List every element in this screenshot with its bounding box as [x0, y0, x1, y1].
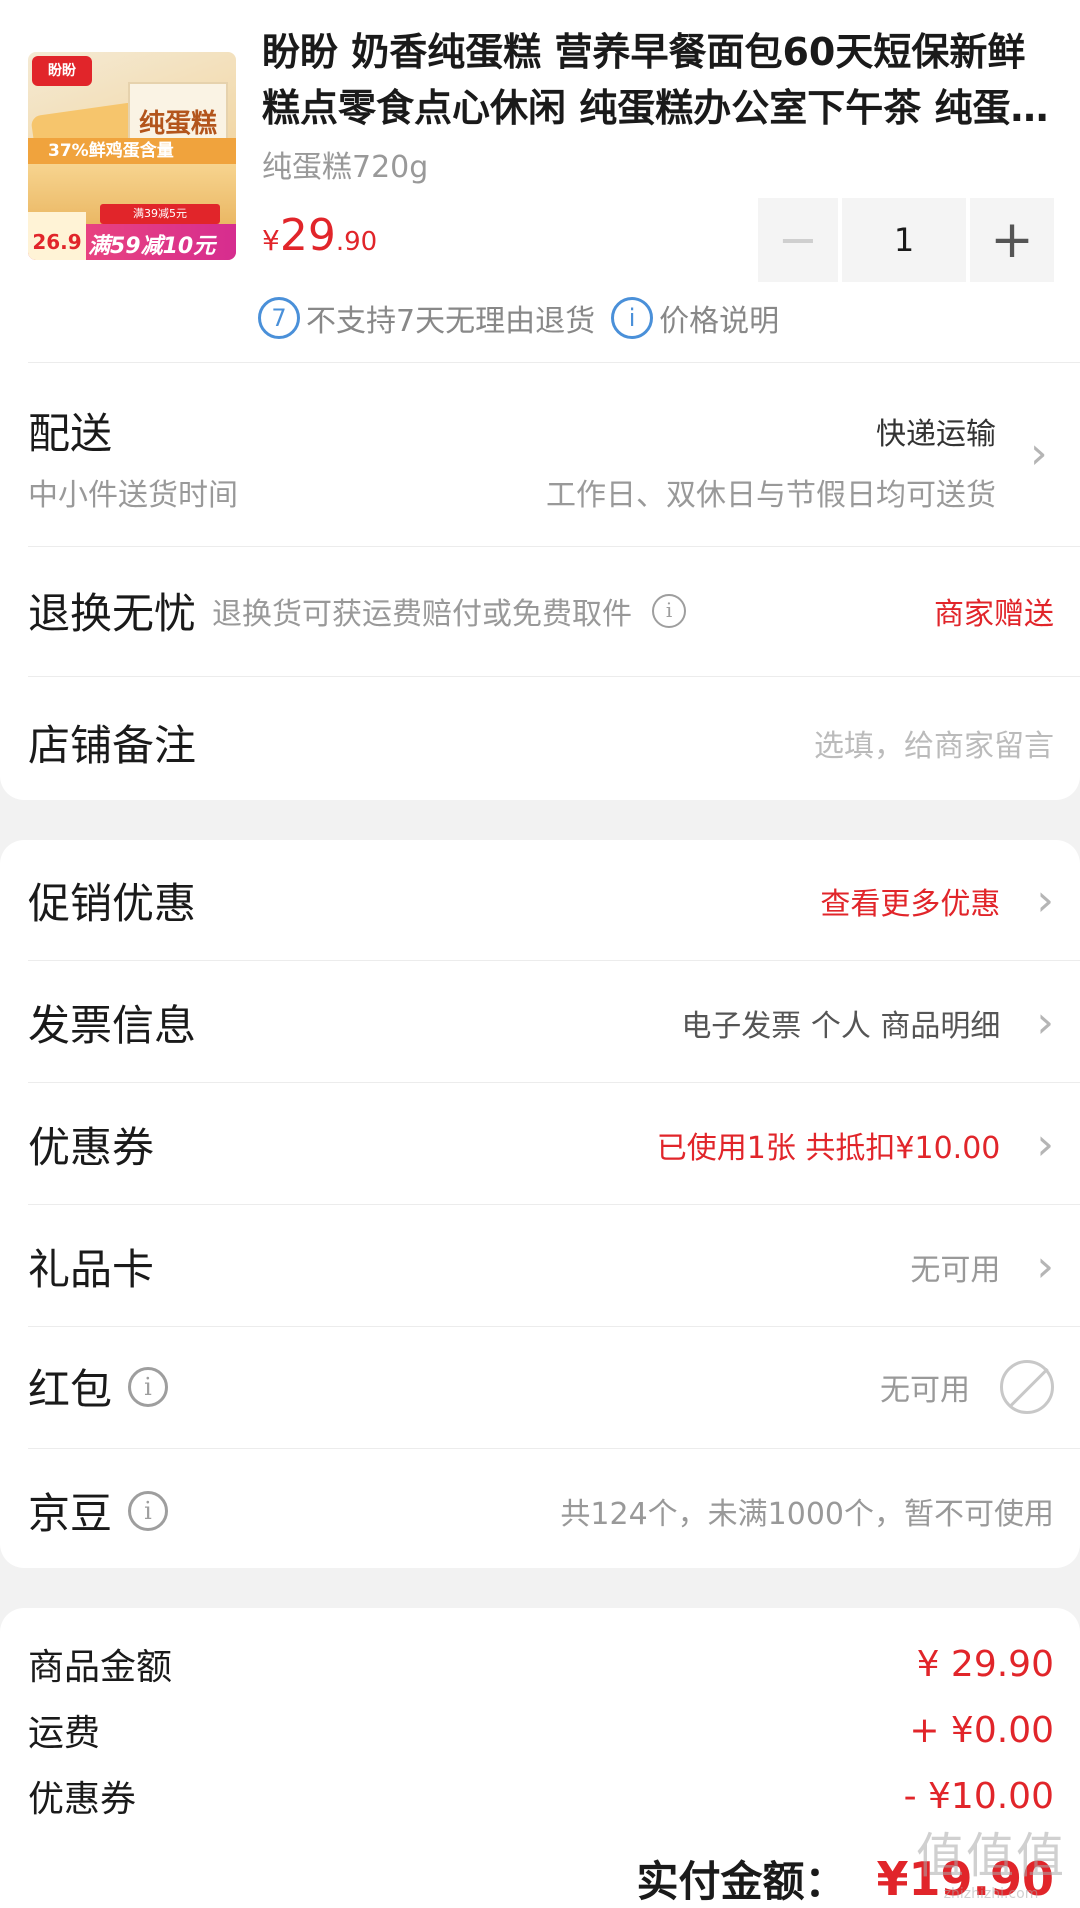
delivery-chevron-icon[interactable]: ›	[1030, 432, 1048, 476]
delivery-sub-label: 中小件送货时间	[28, 478, 238, 513]
return-service-desc: 退换货可获运费赔付或免费取件	[212, 596, 633, 632]
product-title[interactable]: 盼盼 奶香纯蛋糕 营养早餐面包60天短保新鲜糕点零食点心休闲 纯蛋糕办公室下午茶…	[262, 24, 1052, 136]
chevron-right-icon: ›	[1036, 1240, 1054, 1292]
gift-card-row[interactable]: 礼品卡 无可用 ›	[28, 1236, 1054, 1297]
quantity-plus-button[interactable]: +	[970, 198, 1054, 282]
price-decimal: .90	[335, 227, 378, 257]
info-icon[interactable]: i	[652, 593, 687, 628]
price-tag-badge: 26.9	[28, 212, 86, 260]
price-info-link[interactable]: 价格说明	[659, 296, 779, 340]
gift-card-value: 无可用	[910, 1252, 1001, 1288]
delivery-row[interactable]: 配送 快递运输	[28, 400, 1054, 461]
chevron-right-icon: ›	[1036, 874, 1054, 926]
return-service-label: 退换无忧	[28, 589, 197, 638]
product-notes: 7 不支持7天无理由退货 i 价格说明	[258, 296, 779, 340]
delivery-time: 工作日、双休日与节假日均可送货	[546, 478, 996, 513]
coupon-row[interactable]: 优惠券 已使用1张 共抵扣¥10.00 ›	[28, 1114, 1054, 1175]
divider	[28, 1082, 1080, 1083]
delivery-time-row: 中小件送货时间 工作日、双休日与节假日均可送货	[28, 470, 1054, 514]
coupon-discount-value: - ¥10.00	[903, 1775, 1054, 1817]
shipping-value: + ¥0.00	[909, 1709, 1054, 1751]
red-packet-row[interactable]: 红包 i 无可用	[28, 1356, 1054, 1417]
divider	[28, 676, 1080, 677]
goods-amount-row: 商品金额 ¥ 29.90	[28, 1638, 1054, 1690]
price-currency: ¥	[262, 224, 280, 257]
shop-note-input[interactable]: 选填，给商家留言	[814, 721, 1054, 765]
divider	[28, 362, 1080, 363]
shipping-label: 运费	[28, 1713, 101, 1754]
invoice-row[interactable]: 发票信息 电子发票 个人 商品明细 ›	[28, 992, 1054, 1053]
delivery-method: 快递运输	[876, 416, 996, 452]
no-return-icon: 7	[258, 297, 300, 339]
invoice-value: 电子发票 个人 商品明细	[681, 1008, 1001, 1044]
return-service-value: 商家赠送	[934, 596, 1054, 632]
goods-amount-value: ¥ 29.90	[916, 1643, 1054, 1685]
coupon-value: 已使用1张 共抵扣¥10.00	[656, 1130, 1001, 1166]
coupon-label: 优惠券	[28, 1123, 155, 1172]
return-service-row[interactable]: 退换无忧 退换货可获运费赔付或免费取件 i 商家赠送	[28, 580, 1054, 641]
jingdou-value: 共124个，未满1000个，暂不可使用	[560, 1496, 1054, 1532]
chevron-right-icon: ›	[1036, 996, 1054, 1048]
product-image[interactable]: 盼盼 纯蛋糕 37%鲜鸡蛋含量 满39减5元 26.9 满59减10元	[28, 52, 236, 260]
promotion-label: 促销优惠	[28, 879, 197, 928]
chevron-right-icon: ›	[1036, 1118, 1054, 1170]
shipping-row: 运费 + ¥0.00	[28, 1704, 1054, 1756]
jingdou-row[interactable]: 京豆 i 共124个，未满1000个，暂不可使用	[28, 1480, 1054, 1541]
delivery-label: 配送	[28, 409, 113, 458]
promotion-row[interactable]: 促销优惠 查看更多优惠 ›	[28, 870, 1054, 931]
divider	[28, 546, 1080, 547]
no-return-text: 不支持7天无理由退货	[306, 304, 596, 339]
shop-note-label: 店铺备注	[28, 721, 197, 770]
red-packet-label: 红包	[28, 1365, 113, 1414]
total-row: 实付金额： ¥19.90	[28, 1848, 1054, 1908]
jingdou-label: 京豆	[28, 1489, 113, 1538]
promo-main-text: 满59减10元	[88, 234, 216, 259]
info-icon[interactable]: i	[128, 1366, 169, 1407]
quantity-stepper: − 1 +	[758, 198, 1054, 282]
red-packet-value: 无可用	[880, 1372, 970, 1408]
divider	[28, 1448, 1080, 1449]
brand-logo: 盼盼	[32, 56, 92, 86]
promotion-value: 查看更多优惠	[820, 886, 1001, 922]
goods-amount-label: 商品金额	[28, 1647, 173, 1688]
product-price: ¥29.90	[262, 210, 377, 261]
invoice-label: 发票信息	[28, 1001, 197, 1050]
price-integer: 29	[279, 210, 336, 261]
site-watermark: 值值值 zhizhizhi.com	[916, 1816, 1066, 1902]
egg-content-band: 37%鲜鸡蛋含量	[28, 138, 236, 164]
coupon-discount-label: 优惠券	[28, 1779, 137, 1820]
quantity-minus-button[interactable]: −	[758, 198, 838, 282]
coupon-discount-row: 优惠券 - ¥10.00	[28, 1770, 1054, 1822]
unavailable-icon	[1000, 1359, 1054, 1414]
watermark-url: zhizhizhi.com	[943, 1886, 1039, 1902]
divider	[28, 1326, 1080, 1327]
product-spec: 纯蛋糕720g	[262, 150, 429, 185]
shop-note-row[interactable]: 店铺备注 选填，给商家留言	[28, 712, 1054, 773]
divider	[28, 960, 1080, 961]
total-label: 实付金额：	[636, 1857, 847, 1906]
divider	[28, 1204, 1080, 1205]
info-icon[interactable]: i	[128, 1490, 169, 1531]
promo-sub-badge: 满39减5元	[100, 204, 220, 224]
price-info-icon[interactable]: i	[611, 297, 654, 339]
gift-card-label: 礼品卡	[28, 1245, 155, 1294]
quantity-value[interactable]: 1	[842, 198, 966, 282]
watermark-text: 值值值	[915, 1828, 1066, 1884]
